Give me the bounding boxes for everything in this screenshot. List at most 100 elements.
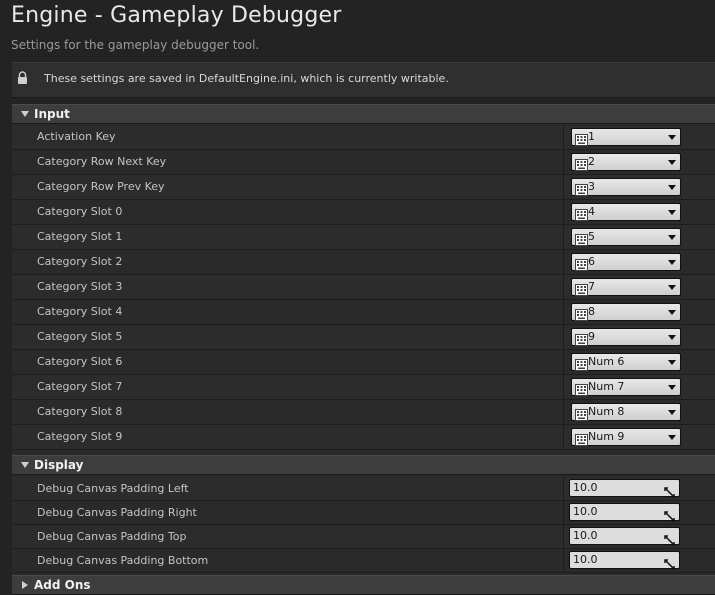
key-selector-combo[interactable]: 3 — [571, 178, 681, 196]
keyboard-icon — [575, 281, 588, 296]
column-splitter[interactable] — [563, 375, 564, 399]
expand-arrow-icon[interactable] — [21, 111, 29, 117]
property-label: Debug Canvas Padding Right — [37, 506, 197, 519]
key-selector-combo[interactable]: 8 — [571, 303, 681, 321]
key-value: 8 — [588, 305, 595, 318]
keyboard-icon — [575, 156, 588, 171]
property-row: Category Row Prev Key 3 — [12, 175, 715, 200]
keyboard-icon — [575, 356, 588, 371]
property-label: Category Slot 1 — [37, 230, 123, 243]
column-splitter[interactable] — [563, 150, 564, 174]
page-title: Engine - Gameplay Debugger — [11, 3, 342, 28]
keyboard-icon — [575, 181, 588, 196]
key-value: Num 8 — [588, 405, 625, 418]
dropdown-arrow-icon[interactable] — [668, 360, 676, 365]
key-selector-combo[interactable]: 5 — [571, 228, 681, 246]
dropdown-arrow-icon[interactable] — [668, 210, 676, 215]
dropdown-arrow-icon[interactable] — [668, 235, 676, 240]
config-notice-text: These settings are saved in DefaultEngin… — [44, 72, 449, 85]
property-label: Category Slot 4 — [37, 305, 123, 318]
key-selector-combo[interactable]: Num 7 — [571, 378, 681, 396]
key-value: Num 6 — [588, 355, 625, 368]
property-label: Category Row Prev Key — [37, 180, 165, 193]
column-splitter[interactable] — [563, 325, 564, 349]
property-label: Category Slot 5 — [37, 330, 123, 343]
column-splitter[interactable] — [563, 300, 564, 324]
key-value: 2 — [588, 155, 595, 168]
key-selector-combo[interactable]: 9 — [571, 328, 681, 346]
property-row: Category Slot 8 Num 8 — [12, 400, 715, 425]
keyboard-icon — [575, 131, 588, 146]
property-row: Debug Canvas Padding Bottom 10.0 — [12, 549, 715, 573]
numeric-value: 10.0 — [573, 481, 598, 494]
category-display[interactable]: Display — [12, 455, 715, 475]
drag-handle-icon[interactable] — [664, 483, 675, 498]
dropdown-arrow-icon[interactable] — [668, 160, 676, 165]
dropdown-arrow-icon[interactable] — [668, 335, 676, 340]
category-input[interactable]: Input — [12, 104, 715, 124]
settings-header: Engine - Gameplay Debugger Settings for … — [0, 0, 715, 60]
lock-icon — [18, 71, 27, 84]
numeric-input[interactable]: 10.0 — [569, 551, 680, 570]
column-splitter[interactable] — [563, 525, 564, 548]
property-label: Debug Canvas Padding Left — [37, 482, 189, 495]
column-splitter[interactable] — [563, 425, 564, 449]
numeric-input[interactable]: 10.0 — [569, 503, 680, 522]
numeric-value: 10.0 — [573, 529, 598, 542]
column-splitter[interactable] — [563, 501, 564, 524]
property-row: Category Slot 1 5 — [12, 225, 715, 250]
key-selector-combo[interactable]: Num 9 — [571, 428, 681, 446]
dropdown-arrow-icon[interactable] — [668, 185, 676, 190]
property-label: Category Slot 7 — [37, 380, 123, 393]
dropdown-arrow-icon[interactable] — [668, 435, 676, 440]
property-row: Category Slot 5 9 — [12, 325, 715, 350]
column-splitter[interactable] — [563, 125, 564, 149]
property-label: Debug Canvas Padding Bottom — [37, 554, 209, 567]
column-splitter[interactable] — [563, 175, 564, 199]
numeric-input[interactable]: 10.0 — [569, 527, 680, 546]
key-value: 5 — [588, 230, 595, 243]
property-row: Activation Key 1 — [12, 125, 715, 150]
property-label: Category Slot 8 — [37, 405, 123, 418]
drag-handle-icon[interactable] — [664, 555, 675, 570]
key-selector-combo[interactable]: Num 6 — [571, 353, 681, 371]
keyboard-icon — [575, 231, 588, 246]
column-splitter[interactable] — [563, 400, 564, 424]
column-splitter[interactable] — [563, 477, 564, 500]
key-value: Num 9 — [588, 430, 625, 443]
property-row: Debug Canvas Padding Top 10.0 — [12, 525, 715, 549]
property-row: Category Slot 7 Num 7 — [12, 375, 715, 400]
dropdown-arrow-icon[interactable] — [668, 260, 676, 265]
key-value: 1 — [588, 130, 595, 143]
column-splitter[interactable] — [563, 250, 564, 274]
key-selector-combo[interactable]: 7 — [571, 278, 681, 296]
numeric-value: 10.0 — [573, 553, 598, 566]
column-splitter[interactable] — [563, 350, 564, 374]
keyboard-icon — [575, 206, 588, 221]
property-label: Category Slot 9 — [37, 430, 123, 443]
expand-arrow-icon[interactable] — [21, 462, 29, 468]
category-add-ons[interactable]: Add Ons — [12, 575, 715, 595]
dropdown-arrow-icon[interactable] — [668, 385, 676, 390]
key-selector-combo[interactable]: Num 8 — [571, 403, 681, 421]
key-value: 4 — [588, 205, 595, 218]
column-splitter[interactable] — [563, 275, 564, 299]
dropdown-arrow-icon[interactable] — [668, 410, 676, 415]
keyboard-icon — [575, 406, 588, 421]
numeric-input[interactable]: 10.0 — [569, 479, 680, 498]
column-splitter[interactable] — [563, 225, 564, 249]
column-splitter[interactable] — [563, 200, 564, 224]
column-splitter[interactable] — [563, 549, 564, 572]
key-selector-combo[interactable]: 2 — [571, 153, 681, 171]
keyboard-icon — [575, 331, 588, 346]
key-selector-combo[interactable]: 1 — [571, 128, 681, 146]
dropdown-arrow-icon[interactable] — [668, 285, 676, 290]
key-selector-combo[interactable]: 4 — [571, 203, 681, 221]
dropdown-arrow-icon[interactable] — [668, 135, 676, 140]
keyboard-icon — [575, 431, 588, 446]
dropdown-arrow-icon[interactable] — [668, 310, 676, 315]
drag-handle-icon[interactable] — [664, 531, 675, 546]
key-value: 7 — [588, 280, 595, 293]
key-selector-combo[interactable]: 6 — [571, 253, 681, 271]
drag-handle-icon[interactable] — [664, 507, 675, 522]
